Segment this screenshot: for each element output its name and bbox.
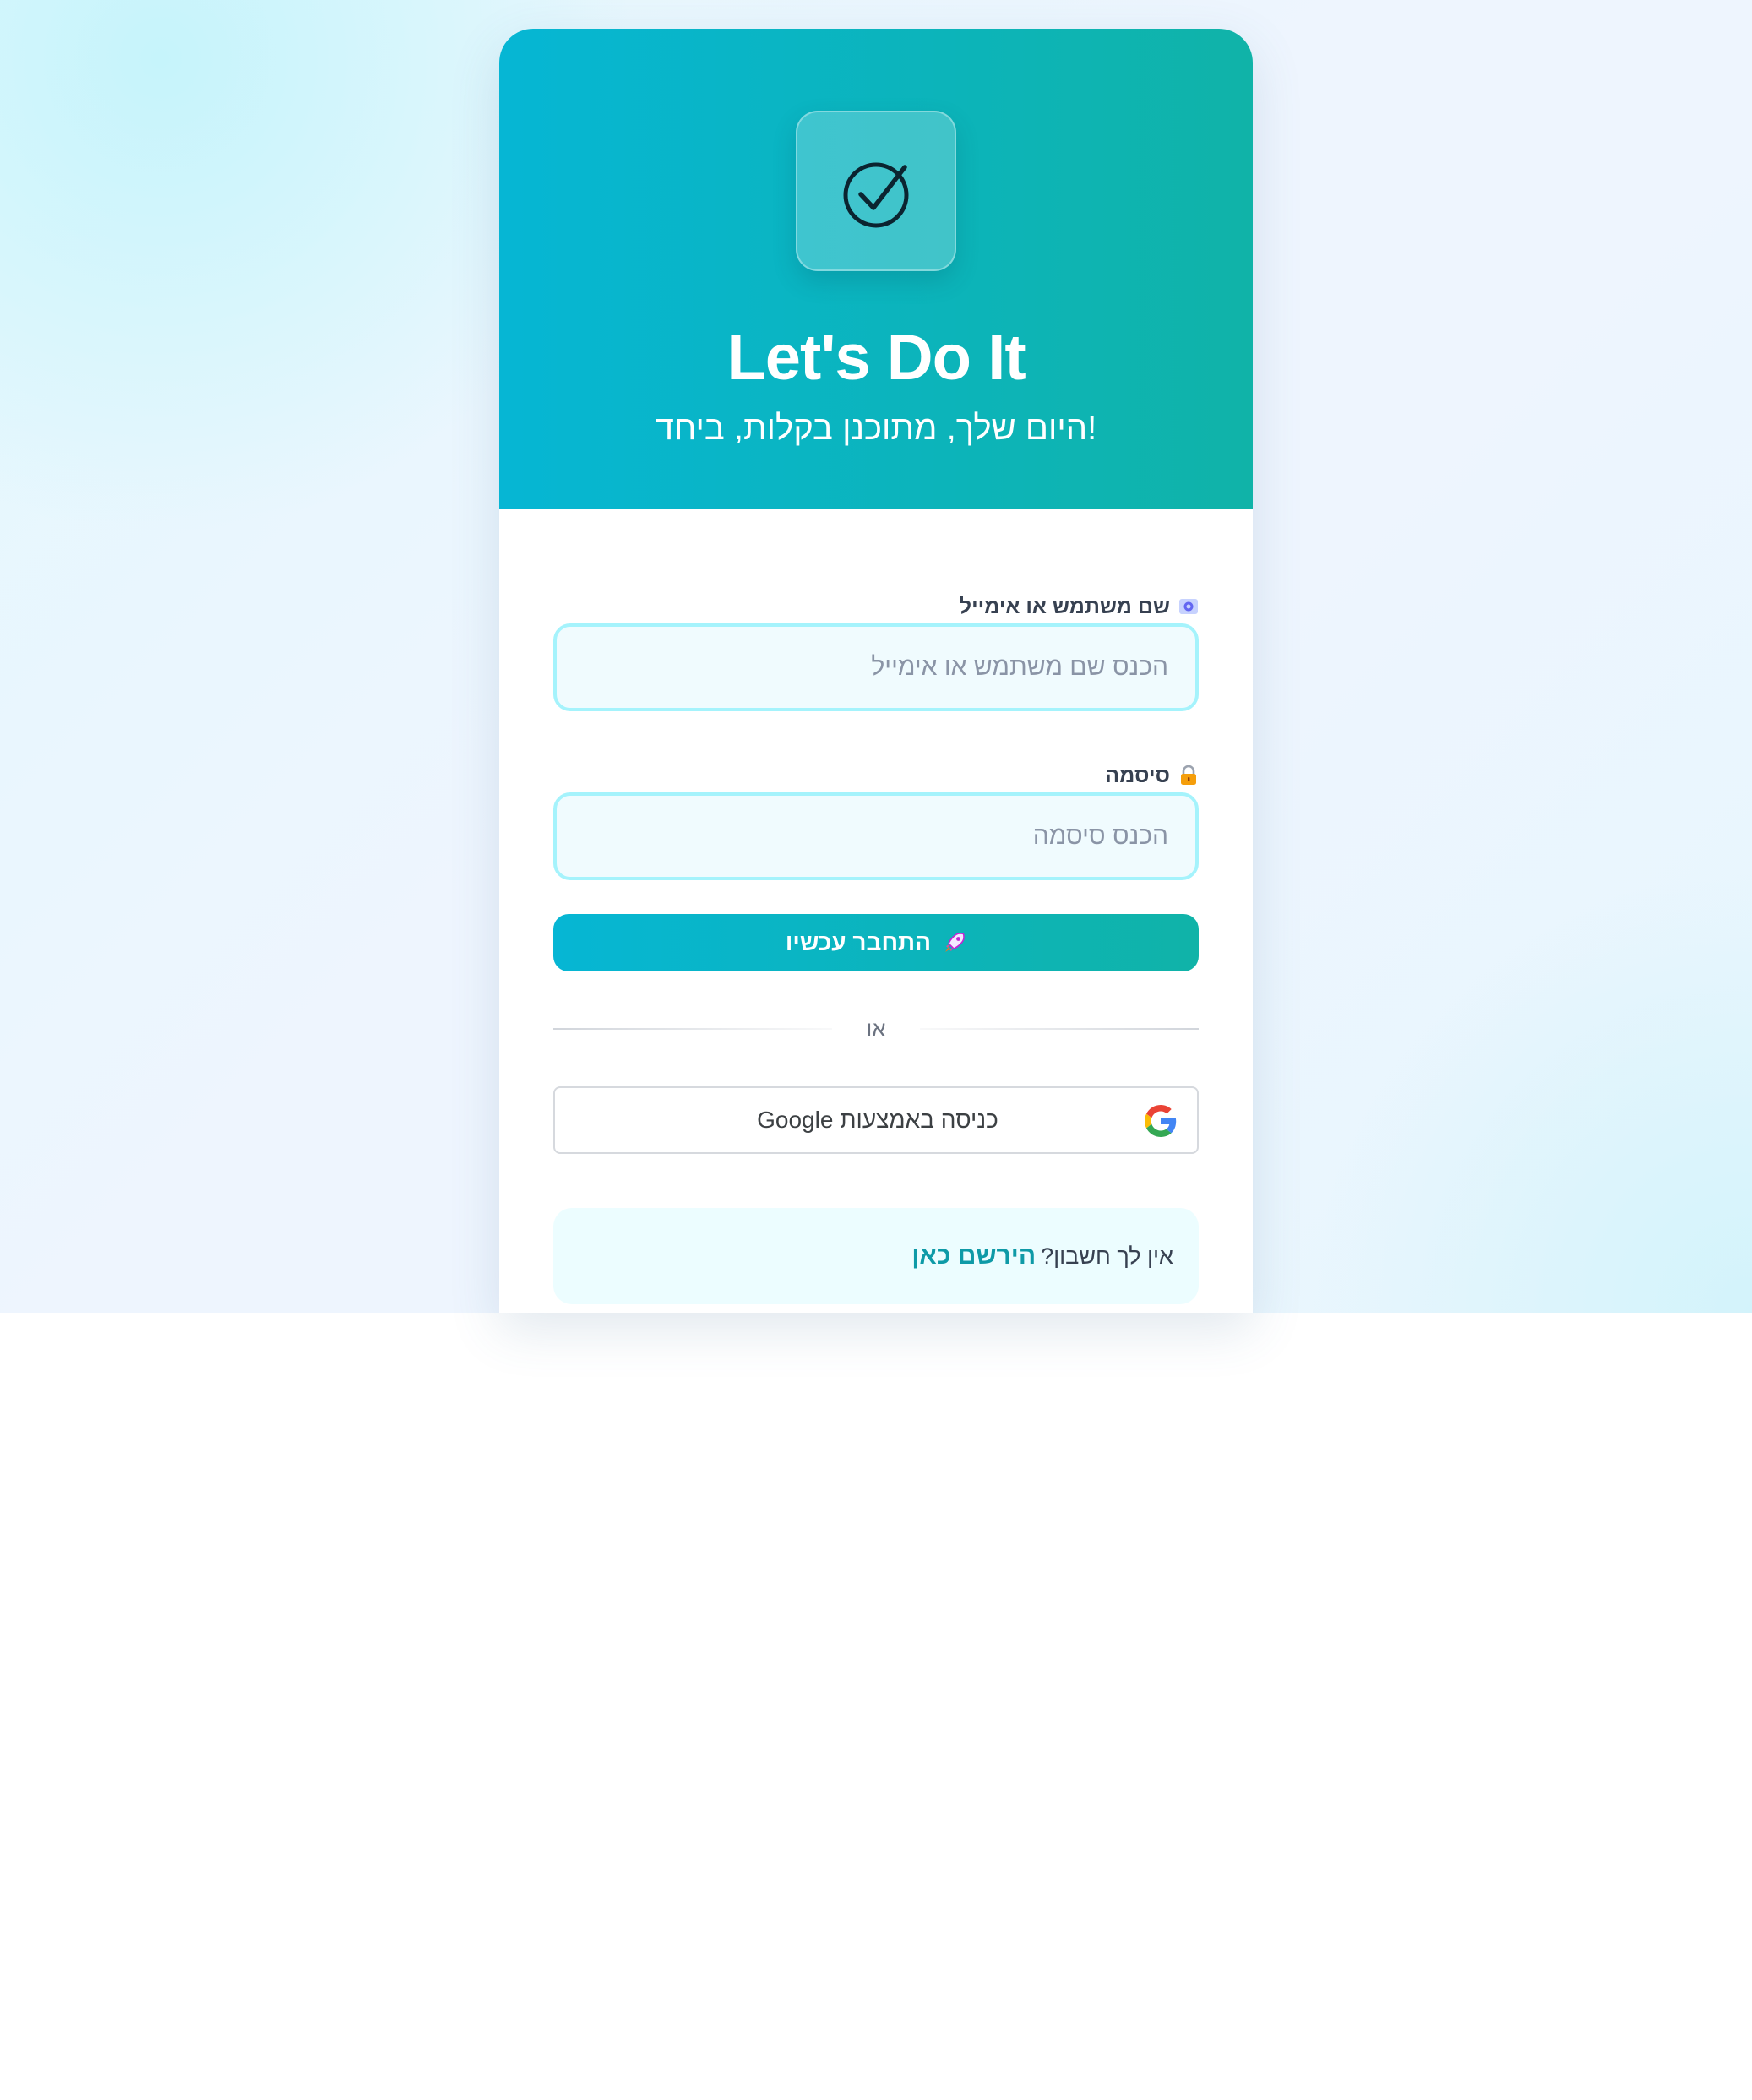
divider-text: או [866, 1016, 886, 1042]
username-label-text: שם משתמש או אימייל [959, 594, 1170, 618]
register-link[interactable]: הירשם כאן [911, 1242, 1036, 1270]
register-line: אין לך חשבון? הירשם כאן [911, 1208, 1173, 1304]
password-input[interactable] [553, 792, 1199, 880]
card-header: Let's Do It היום שלך, מתוכנן בקלות, ביחד… [499, 29, 1253, 509]
lock-emoji-icon [1178, 764, 1199, 786]
password-label: סיסמה [1105, 761, 1199, 790]
google-g-icon [1145, 1105, 1177, 1137]
check-circle-icon [843, 162, 909, 228]
google-signin-label: כניסה באמצעות Google [757, 1107, 998, 1133]
register-box: אין לך חשבון? הירשם כאן [553, 1208, 1199, 1304]
rocket-emoji-icon [943, 931, 966, 955]
password-label-text: סיסמה [1105, 763, 1170, 787]
divider-line-left [553, 1028, 832, 1030]
login-button-label: התחבר עכשיו [785, 929, 932, 955]
login-card: Let's Do It היום שלך, מתוכנן בקלות, ביחד… [499, 29, 1253, 1313]
app-subtitle: היום שלך, מתוכנן בקלות, ביחד! [655, 410, 1097, 447]
google-signin-button[interactable]: כניסה באמצעות Google [553, 1086, 1199, 1154]
app-title: Let's Do It [726, 322, 1026, 394]
username-input[interactable] [553, 623, 1199, 711]
register-prompt: אין לך חשבון? [1041, 1243, 1173, 1269]
username-label: שם משתמש או אימייל [960, 592, 1199, 621]
login-button[interactable]: התחבר עכשיו [553, 914, 1199, 971]
user-id-emoji-icon [1178, 596, 1199, 617]
divider-line-right [920, 1028, 1199, 1030]
app-logo [796, 111, 956, 271]
